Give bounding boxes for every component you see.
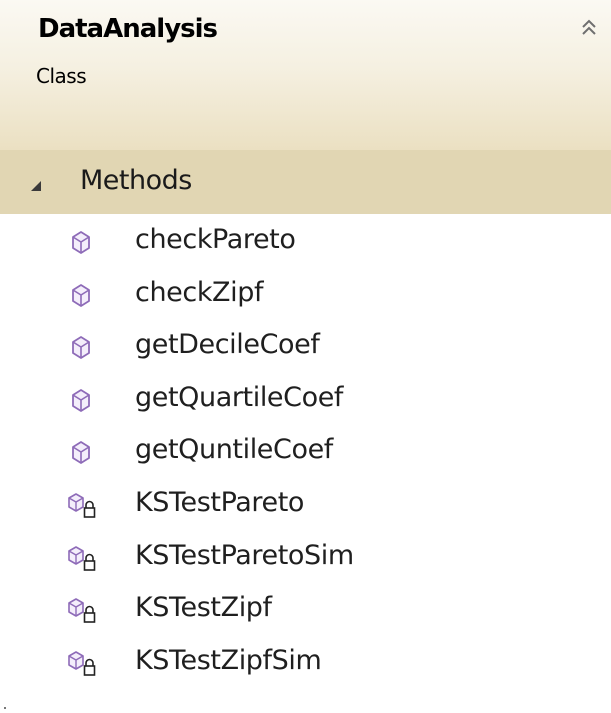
- method-item[interactable]: KSTestZipfSim: [0, 636, 611, 688]
- class-kind: Class: [36, 64, 87, 88]
- method-item[interactable]: KSTestZipf: [0, 583, 611, 635]
- chevron-double-up-icon[interactable]: [578, 14, 600, 40]
- method-item[interactable]: checkZipf: [0, 268, 611, 320]
- class-name: DataAnalysis: [38, 14, 218, 44]
- method-item[interactable]: KSTestParetoSim: [0, 531, 611, 583]
- public-method-icon: [68, 333, 104, 363]
- method-item[interactable]: getQuntileCoef: [0, 425, 611, 477]
- method-name: KSTestZipf: [135, 592, 272, 624]
- method-name: checkZipf: [135, 276, 264, 308]
- method-name: KSTestPareto: [135, 487, 305, 518]
- class-header[interactable]: DataAnalysis Class: [0, 0, 611, 150]
- method-name: KSTestParetoSim: [135, 539, 354, 571]
- method-item[interactable]: checkPareto: [0, 215, 611, 267]
- method-name: getQuntileCoef: [135, 434, 333, 466]
- public-method-icon: [68, 386, 104, 416]
- method-name: checkPareto: [135, 224, 296, 255]
- public-method-icon: [68, 228, 104, 258]
- private-method-icon: [68, 596, 104, 626]
- method-item[interactable]: KSTestPareto: [0, 478, 611, 530]
- expanded-triangle-icon[interactable]: [30, 177, 42, 191]
- private-method-icon: [68, 491, 104, 521]
- section-header-methods[interactable]: Methods: [0, 150, 611, 214]
- class-shape[interactable]: DataAnalysis Class Methods checkPareto ch…: [0, 0, 611, 713]
- divider: [4, 707, 6, 709]
- private-method-icon: [68, 649, 104, 679]
- method-item[interactable]: getQuartileCoef: [0, 373, 611, 425]
- method-name: getQuartileCoef: [135, 381, 344, 413]
- private-method-icon: [68, 544, 104, 574]
- method-name: getDecileCoef: [135, 329, 320, 361]
- public-method-icon: [68, 281, 104, 311]
- section-label: Methods: [80, 165, 192, 196]
- method-item[interactable]: getDecileCoef: [0, 320, 611, 372]
- method-name: KSTestZipfSim: [135, 644, 322, 676]
- public-method-icon: [68, 438, 104, 468]
